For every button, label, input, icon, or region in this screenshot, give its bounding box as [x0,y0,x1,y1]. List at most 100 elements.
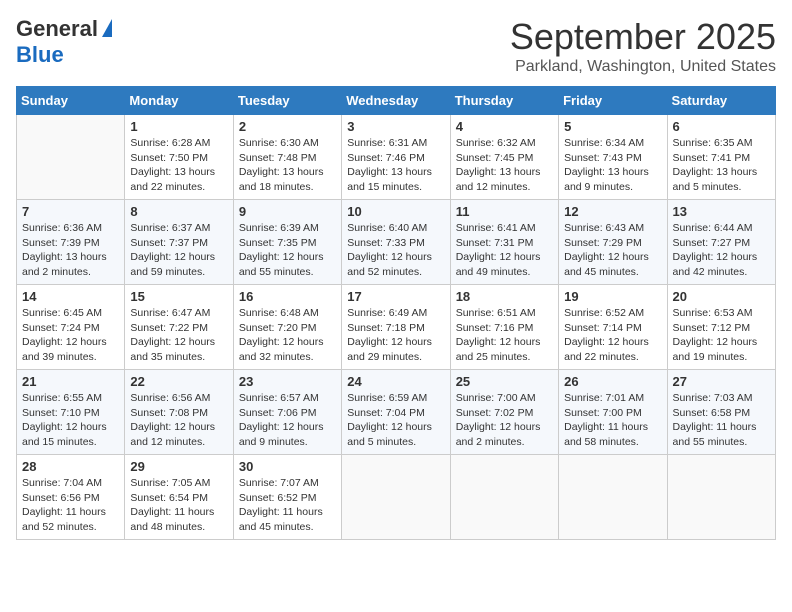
calendar-cell: 5Sunrise: 6:34 AMSunset: 7:43 PMDaylight… [559,115,667,200]
day-number: 24 [347,374,444,389]
logo-triangle-icon [102,19,112,37]
column-header-monday: Monday [125,87,233,115]
day-info: Sunrise: 6:47 AMSunset: 7:22 PMDaylight:… [130,306,227,365]
day-number: 14 [22,289,119,304]
week-row-1: 1 Sunrise: 6:28 AMSunset: 7:50 PMDaylight… [17,115,776,200]
calendar-cell [17,115,125,200]
day-info: Sunrise: 6:41 AMSunset: 7:31 PMDaylight:… [456,221,553,280]
day-info: Sunrise: 6:57 AMSunset: 7:06 PMDaylight:… [239,391,336,450]
day-info: Sunrise: 6:31 AMSunset: 7:46 PMDaylight:… [347,136,444,195]
calendar-cell: 1 Sunrise: 6:28 AMSunset: 7:50 PMDaylight… [125,115,233,200]
day-number: 9 [239,204,336,219]
day-info: Sunrise: 6:55 AMSunset: 7:10 PMDaylight:… [22,391,119,450]
calendar-cell: 16Sunrise: 6:48 AMSunset: 7:20 PMDayligh… [233,285,341,370]
week-row-2: 7 Sunrise: 6:36 AMSunset: 7:39 PMDaylight… [17,200,776,285]
calendar-cell: 28 Sunrise: 7:04 AMSunset: 6:56 PMDayligh… [17,455,125,540]
logo-blue: Blue [16,42,64,68]
column-header-thursday: Thursday [450,87,558,115]
calendar-cell: 8Sunrise: 6:37 AMSunset: 7:37 PMDaylight… [125,200,233,285]
calendar-cell: 15 Sunrise: 6:47 AMSunset: 7:22 PMDayligh… [125,285,233,370]
day-info: Sunrise: 7:03 AMSunset: 6:58 PMDaylight:… [673,391,770,450]
calendar-cell: 29 Sunrise: 7:05 AMSunset: 6:54 PMDayligh… [125,455,233,540]
day-info: Sunrise: 6:43 AMSunset: 7:29 PMDaylight:… [564,221,661,280]
day-info: Sunrise: 6:32 AMSunset: 7:45 PMDaylight:… [456,136,553,195]
calendar-cell: 30 Sunrise: 7:07 AMSunset: 6:52 PMDayligh… [233,455,341,540]
day-info: Sunrise: 6:35 AMSunset: 7:41 PMDaylight:… [673,136,770,195]
day-info: Sunrise: 6:36 AMSunset: 7:39 PMDaylight:… [22,221,119,280]
day-number: 20 [673,289,770,304]
title-block: September 2025 Parkland, Washington, Uni… [510,16,776,76]
location: Parkland, Washington, United States [510,58,776,76]
day-info: Sunrise: 6:49 AMSunset: 7:18 PMDaylight:… [347,306,444,365]
calendar-cell: 7 Sunrise: 6:36 AMSunset: 7:39 PMDaylight… [17,200,125,285]
day-number: 18 [456,289,553,304]
day-number: 28 [22,459,119,474]
day-info: Sunrise: 6:40 AMSunset: 7:33 PMDaylight:… [347,221,444,280]
calendar-cell: 12 Sunrise: 6:43 AMSunset: 7:29 PMDayligh… [559,200,667,285]
day-number: 19 [564,289,661,304]
calendar-cell: 3 Sunrise: 6:31 AMSunset: 7:46 PMDaylight… [342,115,450,200]
calendar-cell: 25Sunrise: 7:00 AMSunset: 7:02 PMDayligh… [450,370,558,455]
month-title: September 2025 [510,16,776,58]
day-info: Sunrise: 6:51 AMSunset: 7:16 PMDaylight:… [456,306,553,365]
logo-general: General [16,16,98,42]
day-number: 21 [22,374,119,389]
calendar-cell: 20 Sunrise: 6:53 AMSunset: 7:12 PMDayligh… [667,285,775,370]
day-info: Sunrise: 6:37 AMSunset: 7:37 PMDaylight:… [130,221,227,280]
day-number: 25 [456,374,553,389]
day-info: Sunrise: 6:48 AMSunset: 7:20 PMDaylight:… [239,306,336,365]
day-number: 27 [673,374,770,389]
day-number: 5 [564,119,661,134]
day-number: 2 [239,119,336,134]
day-info: Sunrise: 7:04 AMSunset: 6:56 PMDaylight:… [22,476,119,535]
week-row-4: 21 Sunrise: 6:55 AMSunset: 7:10 PMDayligh… [17,370,776,455]
calendar-cell: 19 Sunrise: 6:52 AMSunset: 7:14 PMDayligh… [559,285,667,370]
day-number: 10 [347,204,444,219]
day-info: Sunrise: 7:01 AMSunset: 7:00 PMDaylight:… [564,391,661,450]
calendar-cell: 21 Sunrise: 6:55 AMSunset: 7:10 PMDayligh… [17,370,125,455]
day-info: Sunrise: 6:53 AMSunset: 7:12 PMDaylight:… [673,306,770,365]
calendar-cell: 6Sunrise: 6:35 AMSunset: 7:41 PMDaylight… [667,115,775,200]
week-row-3: 14 Sunrise: 6:45 AMSunset: 7:24 PMDayligh… [17,285,776,370]
calendar-cell [342,455,450,540]
calendar-cell [559,455,667,540]
calendar-cell: 13Sunrise: 6:44 AMSunset: 7:27 PMDayligh… [667,200,775,285]
calendar-cell: 4Sunrise: 6:32 AMSunset: 7:45 PMDaylight… [450,115,558,200]
calendar-header-row: SundayMondayTuesdayWednesdayThursdayFrid… [17,87,776,115]
page-header: General Blue September 2025 Parkland, Wa… [16,16,776,76]
day-info: Sunrise: 7:05 AMSunset: 6:54 PMDaylight:… [130,476,227,535]
day-number: 12 [564,204,661,219]
day-number: 7 [22,204,119,219]
day-number: 15 [130,289,227,304]
calendar-cell: 14 Sunrise: 6:45 AMSunset: 7:24 PMDayligh… [17,285,125,370]
day-number: 1 [130,119,227,134]
calendar-cell: 24 Sunrise: 6:59 AMSunset: 7:04 PMDayligh… [342,370,450,455]
calendar-cell: 18 Sunrise: 6:51 AMSunset: 7:16 PMDayligh… [450,285,558,370]
week-row-5: 28 Sunrise: 7:04 AMSunset: 6:56 PMDayligh… [17,455,776,540]
calendar-cell: 23Sunrise: 6:57 AMSunset: 7:06 PMDayligh… [233,370,341,455]
calendar-cell: 17 Sunrise: 6:49 AMSunset: 7:18 PMDayligh… [342,285,450,370]
calendar-cell: 27 Sunrise: 7:03 AMSunset: 6:58 PMDayligh… [667,370,775,455]
day-info: Sunrise: 6:52 AMSunset: 7:14 PMDaylight:… [564,306,661,365]
calendar-cell [450,455,558,540]
calendar-cell: 11Sunrise: 6:41 AMSunset: 7:31 PMDayligh… [450,200,558,285]
column-header-friday: Friday [559,87,667,115]
column-header-tuesday: Tuesday [233,87,341,115]
calendar-table: SundayMondayTuesdayWednesdayThursdayFrid… [16,86,776,540]
day-info: Sunrise: 6:44 AMSunset: 7:27 PMDaylight:… [673,221,770,280]
day-info: Sunrise: 6:59 AMSunset: 7:04 PMDaylight:… [347,391,444,450]
day-number: 17 [347,289,444,304]
calendar-cell: 2 Sunrise: 6:30 AMSunset: 7:48 PMDaylight… [233,115,341,200]
day-number: 3 [347,119,444,134]
day-info: Sunrise: 6:28 AMSunset: 7:50 PMDaylight:… [130,136,227,195]
day-info: Sunrise: 6:30 AMSunset: 7:48 PMDaylight:… [239,136,336,195]
day-number: 30 [239,459,336,474]
column-header-saturday: Saturday [667,87,775,115]
calendar-cell: 26Sunrise: 7:01 AMSunset: 7:00 PMDayligh… [559,370,667,455]
day-number: 29 [130,459,227,474]
calendar-cell: 22Sunrise: 6:56 AMSunset: 7:08 PMDayligh… [125,370,233,455]
day-info: Sunrise: 6:39 AMSunset: 7:35 PMDaylight:… [239,221,336,280]
day-info: Sunrise: 6:45 AMSunset: 7:24 PMDaylight:… [22,306,119,365]
day-info: Sunrise: 7:07 AMSunset: 6:52 PMDaylight:… [239,476,336,535]
column-header-sunday: Sunday [17,87,125,115]
